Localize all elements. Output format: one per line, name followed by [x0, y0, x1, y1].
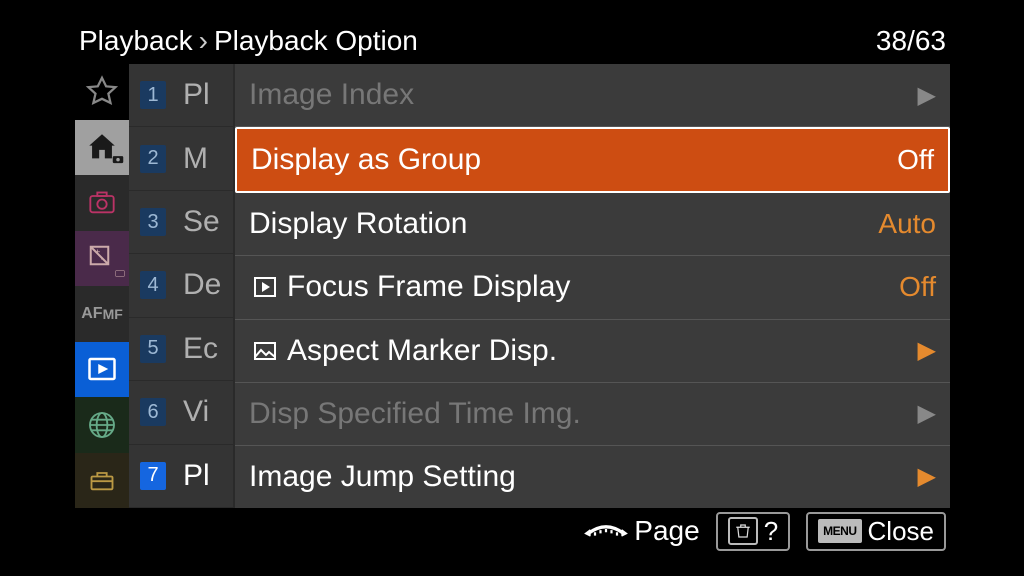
- sidebar-favorites[interactable]: [75, 64, 129, 120]
- globe-icon: [84, 407, 120, 443]
- row-label: Image Jump Setting: [249, 460, 516, 494]
- camera-badge-icon: [111, 152, 125, 171]
- row-label: Focus Frame Display: [287, 270, 570, 304]
- subpage-6[interactable]: 6: [129, 381, 177, 444]
- dial-icon: [584, 515, 628, 547]
- row-label: Display Rotation: [249, 207, 467, 241]
- svg-text:-: -: [101, 254, 104, 265]
- footer-bar: Page ? MENU Close: [75, 508, 950, 554]
- picture-icon: [249, 338, 281, 364]
- toolbox-icon: [84, 462, 120, 498]
- afmf-icon: AFMF: [84, 296, 120, 332]
- page-counter: 38/63: [876, 25, 946, 57]
- num-badge: 7: [140, 462, 166, 490]
- peek-label: Ec: [177, 318, 233, 381]
- row-disp-specified-time-img[interactable]: Disp Specified Time Img. ▶: [235, 383, 950, 446]
- chevron-right-icon: ▶: [918, 399, 936, 428]
- sidebar-exposure[interactable]: +-: [75, 231, 129, 287]
- peek-label: De: [177, 254, 233, 317]
- breadcrumb-separator: ›: [199, 25, 208, 57]
- peek-label: M: [177, 127, 233, 190]
- sidebar-main[interactable]: [75, 120, 129, 176]
- page-hint: Page: [584, 515, 699, 547]
- svg-text:+: +: [95, 248, 101, 259]
- trash-icon: [728, 517, 758, 545]
- camera-badge-icon: [113, 266, 127, 284]
- play-icon: [84, 351, 120, 387]
- subpage-number-column: 1 2 3 4 5 6 7: [129, 64, 177, 508]
- chevron-right-icon: ▶: [918, 462, 936, 491]
- subpage-1[interactable]: 1: [129, 64, 177, 127]
- num-badge: 3: [140, 208, 166, 236]
- subpage-4[interactable]: 4: [129, 254, 177, 317]
- breadcrumb-root: Playback: [79, 25, 193, 57]
- menu-header: Playback › Playback Option 38/63: [75, 22, 950, 64]
- subpage-7[interactable]: 7: [129, 445, 177, 508]
- subpage-2[interactable]: 2: [129, 127, 177, 190]
- chevron-right-icon: ▶: [918, 336, 936, 365]
- help-label: ?: [764, 516, 778, 547]
- num-badge: 1: [140, 81, 166, 109]
- num-badge: 2: [140, 145, 166, 173]
- row-label: Aspect Marker Disp.: [287, 334, 557, 368]
- close-button[interactable]: MENU Close: [806, 512, 946, 551]
- camera-menu-screen: Playback › Playback Option 38/63: [75, 22, 950, 554]
- subpage-5[interactable]: 5: [129, 318, 177, 381]
- num-badge: 5: [140, 335, 166, 363]
- camera-icon: [84, 185, 120, 221]
- play-box-icon: [249, 274, 281, 300]
- row-focus-frame-display[interactable]: Focus Frame Display Off: [235, 256, 950, 319]
- num-badge: 6: [140, 398, 166, 426]
- sidebar-focus[interactable]: AFMF: [75, 286, 129, 342]
- row-value: Auto: [878, 208, 936, 240]
- breadcrumb-current: Playback Option: [214, 25, 418, 57]
- row-label: Display as Group: [251, 143, 481, 177]
- subpage-label-peek: Pl M Se De Ec Vi Pl: [177, 64, 233, 508]
- sidebar-playback[interactable]: [75, 342, 129, 398]
- row-value: Off: [897, 144, 934, 176]
- row-label: Image Index: [249, 78, 414, 112]
- menu-body: +- AFMF: [75, 64, 950, 508]
- sidebar-setup[interactable]: [75, 453, 129, 509]
- row-label: Disp Specified Time Img.: [249, 397, 581, 431]
- row-display-as-group[interactable]: Display as Group Off: [235, 127, 950, 193]
- sidebar-shooting[interactable]: [75, 175, 129, 231]
- peek-label: Pl: [177, 445, 233, 508]
- row-image-jump-setting[interactable]: Image Jump Setting ▶: [235, 446, 950, 508]
- row-aspect-marker-disp[interactable]: Aspect Marker Disp. ▶: [235, 320, 950, 383]
- peek-label: Se: [177, 191, 233, 254]
- row-value: Off: [899, 271, 936, 303]
- peek-label: Vi: [177, 381, 233, 444]
- menu-icon: MENU: [818, 519, 861, 543]
- star-icon: [84, 74, 120, 110]
- close-label: Close: [868, 516, 934, 547]
- num-badge: 4: [140, 271, 166, 299]
- help-button[interactable]: ?: [716, 512, 790, 551]
- page-hint-label: Page: [634, 515, 699, 547]
- peek-label: Pl: [177, 64, 233, 127]
- subpage-3[interactable]: 3: [129, 191, 177, 254]
- settings-panel: Image Index ▶ Display as Group Off Displ…: [233, 64, 950, 508]
- row-display-rotation[interactable]: Display Rotation Auto: [235, 193, 950, 256]
- category-sidebar: +- AFMF: [75, 64, 129, 508]
- chevron-right-icon: ▶: [918, 81, 936, 110]
- sidebar-network[interactable]: [75, 397, 129, 453]
- row-image-index[interactable]: Image Index ▶: [235, 64, 950, 127]
- breadcrumb: Playback › Playback Option: [79, 25, 418, 57]
